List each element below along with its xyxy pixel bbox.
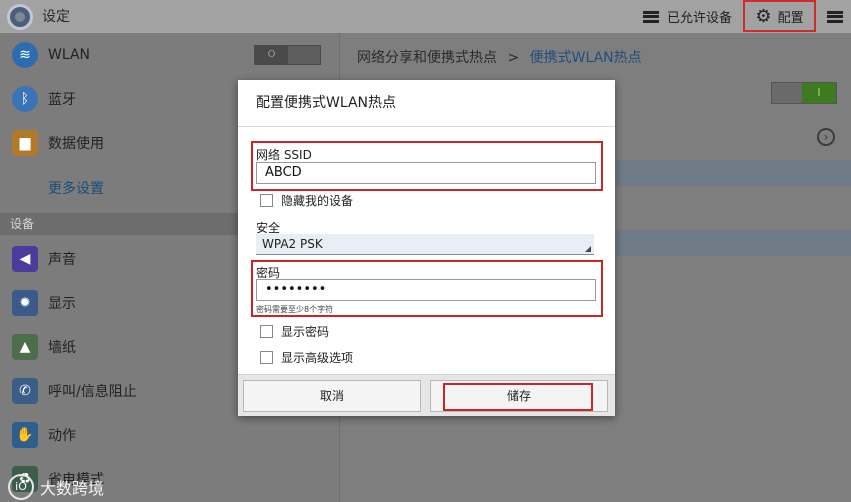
menu-icon (827, 10, 843, 23)
dropdown-triangle-icon (585, 246, 591, 252)
list-icon (643, 10, 659, 23)
app-title: 设定 (42, 9, 70, 25)
display-icon: ✹ (12, 290, 38, 316)
allowed-devices-button[interactable]: 已允许设备 (643, 0, 732, 33)
hotspot-toggle[interactable]: I (771, 82, 837, 104)
sidebar-item-motion[interactable]: ✋ 动作 (0, 413, 340, 457)
show-advanced-row[interactable]: 显示高级选项 (260, 349, 353, 366)
watermark: iO 大数跨境 (8, 474, 104, 500)
watermark-text: 大数跨境 (40, 479, 105, 498)
watermark-logo: iO (8, 474, 34, 500)
gear-icon: ⚙ (755, 5, 772, 27)
sidebar-item-label: 数据使用 (48, 136, 104, 152)
show-advanced-checkbox[interactable] (260, 351, 273, 364)
sound-icon: ◀ (12, 246, 38, 272)
cancel-button[interactable]: 取消 (243, 380, 421, 412)
wlan-toggle[interactable]: O (254, 45, 321, 65)
hide-device-label: 隐藏我的设备 (281, 194, 354, 208)
sidebar-item-label: WLAN (48, 47, 91, 63)
sidebar-item-label: 呼叫/信息阻止 (48, 384, 137, 400)
sidebar-item-label: 动作 (48, 428, 76, 444)
action-bar: 设定 已允许设备 ⚙ 配置 (0, 0, 851, 33)
ssid-label: 网络 SSID (256, 148, 312, 162)
settings-app-icon (7, 4, 33, 30)
password-hint: 密码需要至少8个字符 (256, 305, 334, 314)
password-input[interactable]: •••••••• (256, 279, 596, 301)
sidebar-item-more-settings[interactable]: 更多设置 (48, 178, 104, 198)
show-password-label: 显示密码 (281, 325, 330, 339)
wifi-icon: ≋ (12, 42, 38, 68)
sidebar-item-label: 蓝牙 (48, 92, 76, 108)
hide-device-row[interactable]: 隐藏我的设备 (260, 192, 353, 209)
sidebar-item-label: 声音 (48, 252, 76, 268)
security-select[interactable]: WPA2 PSK (256, 234, 594, 255)
data-usage-icon: ▆ (12, 130, 38, 156)
dialog-footer: 取消 储存 (238, 374, 615, 416)
sidebar-item-label: 墙纸 (48, 340, 76, 356)
sidebar-item-label: 显示 (48, 296, 76, 312)
call-block-icon: ✆ (12, 378, 38, 404)
config-label: 配置 (777, 10, 804, 26)
wallpaper-icon: ▲ (12, 334, 38, 360)
toggle-knob: O (255, 46, 288, 64)
show-advanced-label: 显示高级选项 (281, 351, 354, 365)
show-password-row[interactable]: 显示密码 (260, 323, 329, 340)
list-item-highlight (616, 160, 851, 186)
breadcrumb-parent[interactable]: 网络分享和便携式热点 (357, 50, 497, 66)
hotspot-config-dialog: 配置便携式WLAN热点 网络 SSID ABCD 隐藏我的设备 安全 WPA2 … (238, 80, 615, 416)
breadcrumb-current: 便携式WLAN热点 (529, 50, 642, 66)
breadcrumb-separator: > (507, 50, 520, 66)
show-password-checkbox[interactable] (260, 325, 273, 338)
bluetooth-icon: ᛒ (12, 86, 38, 112)
sidebar-item-wlan[interactable]: ≋ WLAN O (0, 33, 340, 77)
list-item-highlight (616, 230, 851, 256)
motion-icon: ✋ (12, 422, 38, 448)
security-value: WPA2 PSK (262, 237, 323, 251)
chevron-right-icon[interactable]: › (817, 128, 835, 146)
config-button[interactable]: ⚙ 配置 (743, 0, 816, 32)
hide-device-checkbox[interactable] (260, 194, 273, 207)
toggle-knob: I (802, 83, 836, 103)
allowed-devices-label: 已允许设备 (667, 11, 733, 26)
ssid-input[interactable]: ABCD (256, 162, 596, 184)
save-highlight-box (443, 383, 593, 411)
dialog-title: 配置便携式WLAN热点 (238, 80, 615, 127)
overflow-menu-button[interactable] (822, 0, 848, 33)
breadcrumb: 网络分享和便携式热点 > 便携式WLAN热点 (357, 47, 642, 67)
